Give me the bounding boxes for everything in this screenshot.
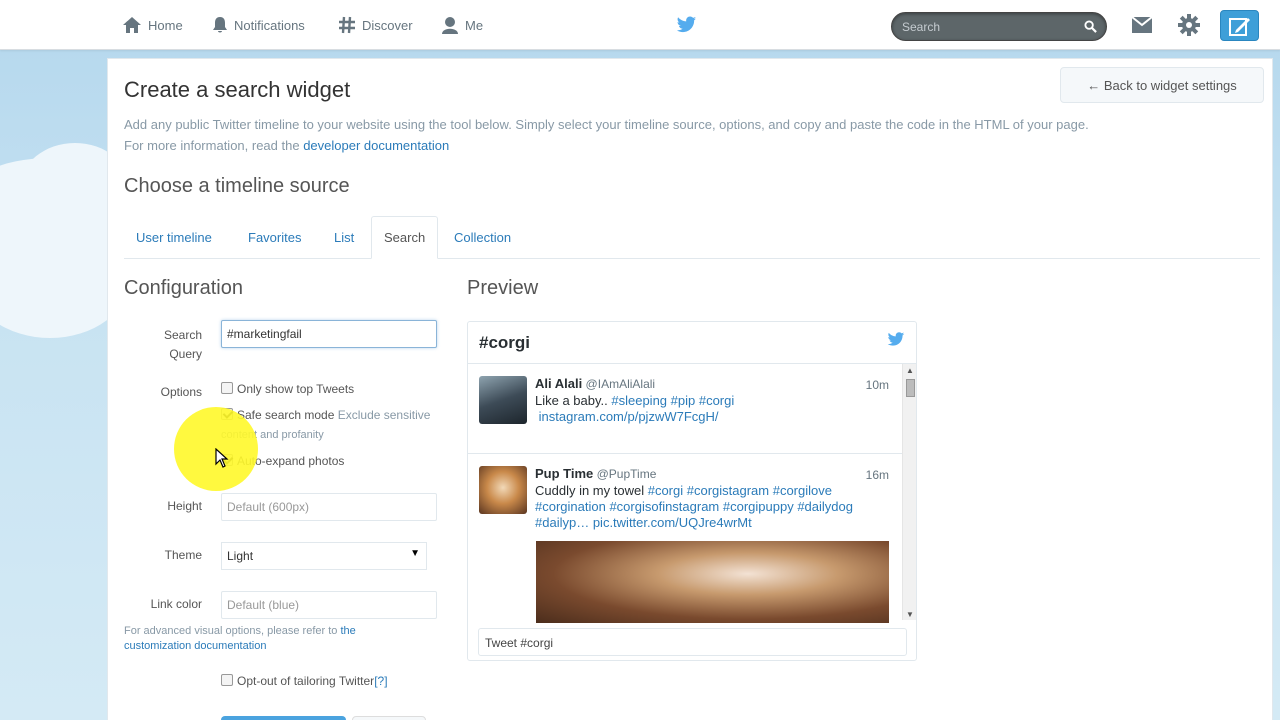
hashtag-icon — [339, 16, 355, 34]
nav-me[interactable]: Me — [441, 0, 483, 50]
timeline-source-tabs: User timeline Favorites List Search Coll… — [124, 216, 1260, 259]
tab-list[interactable]: List — [322, 216, 366, 259]
nav-home-label: Home — [148, 17, 183, 33]
configuration-heading: Configuration — [124, 277, 243, 299]
tweet-author[interactable]: Pup Time @PupTime — [535, 466, 656, 481]
preview-widget: #corgi Ali Alali @IAmAliAlali 10m Like a… — [467, 321, 917, 661]
opt-out-label: Opt-out of tailoring Twitter — [237, 674, 375, 688]
widget-header-divider — [468, 363, 916, 364]
tab-search[interactable]: Search — [371, 216, 439, 259]
twitter-bird-icon[interactable] — [887, 332, 905, 347]
compose-icon — [1228, 17, 1250, 36]
nav-discover-label: Discover — [362, 17, 413, 33]
person-icon — [442, 17, 458, 34]
bell-icon — [213, 17, 227, 33]
nav-me-label: Me — [465, 17, 484, 33]
option-safe-search[interactable]: Safe search mode Exclude sensitive — [221, 405, 451, 425]
safe-search-desc-1: Exclude sensitive — [337, 408, 431, 422]
top-tweets-checkbox[interactable] — [221, 382, 233, 394]
search-query-label: Search Query — [163, 328, 202, 361]
twitter-bird-logo-icon[interactable] — [676, 16, 697, 34]
intro-line-2: For more information, read the developer… — [124, 138, 450, 153]
timeline-source-title: Choose a timeline source — [124, 175, 350, 197]
tweet-item[interactable]: Ali Alali @IAmAliAlali 10m Like a baby..… — [468, 376, 902, 456]
tweet-text: Cuddly in my towel #corgi #corgistagram … — [535, 483, 853, 530]
option-top-tweets[interactable]: Only show top Tweets — [221, 379, 354, 399]
nav-notifications[interactable]: Notifications — [212, 0, 305, 50]
widget-title: #corgi — [479, 333, 531, 352]
mouse-cursor-icon — [215, 448, 229, 468]
avatar[interactable] — [479, 466, 527, 514]
top-tweets-label: Only show top Tweets — [237, 382, 355, 396]
scroll-up-arrow-icon[interactable]: ▲ — [906, 366, 914, 375]
avatar[interactable] — [479, 376, 527, 424]
advanced-options-note: For advanced visual options, please refe… — [124, 625, 356, 652]
home-icon — [123, 17, 141, 33]
tweet-link[interactable]: instagram.com/p/pjzwW7FcgH/ — [539, 409, 719, 424]
widget-scrollbar[interactable]: ▲ ▼ — [902, 364, 916, 620]
create-widget-button[interactable] — [221, 716, 346, 720]
tweet-compose-box[interactable]: Tweet #corgi — [478, 628, 907, 656]
dropdown-arrow-icon: ▼ — [410, 548, 420, 559]
compose-tweet-button[interactable] — [1220, 10, 1259, 41]
theme-select-value: Light — [227, 549, 254, 563]
theme-select[interactable]: Light ▼ — [221, 542, 427, 570]
tweet-divider — [468, 453, 902, 454]
height-label: Height — [167, 499, 202, 513]
tab-user-timeline[interactable]: User timeline — [124, 216, 224, 259]
developer-documentation-link[interactable]: developer documentation — [303, 138, 449, 153]
option-opt-out[interactable]: Opt-out of tailoring Twitter [?] — [221, 671, 388, 691]
gear-icon[interactable] — [1178, 14, 1200, 36]
scrollbar-thumb[interactable] — [906, 379, 915, 397]
theme-label: Theme — [164, 548, 202, 562]
safe-search-label: Safe search mode — [237, 408, 335, 422]
safe-search-label-wrap: Safe search mode Exclude sensitive — [237, 405, 430, 425]
back-to-widget-settings-button[interactable]: ← Back to widget settings — [1060, 67, 1264, 103]
tweet-link[interactable]: pic.twitter.com/UQJre4wrMt — [593, 515, 752, 530]
options-label: Options — [160, 385, 202, 399]
main-panel: Create a search widget ← Back to widget … — [107, 58, 1273, 720]
scroll-down-arrow-icon[interactable]: ▼ — [906, 610, 914, 619]
envelope-icon[interactable] — [1131, 16, 1153, 34]
top-search-input[interactable] — [902, 19, 1072, 35]
nav-notifications-label: Notifications — [234, 17, 305, 33]
tweet-time[interactable]: 16m — [866, 468, 889, 482]
search-query-input[interactable]: #marketingfail — [221, 320, 437, 348]
tab-collection[interactable]: Collection — [442, 216, 523, 259]
tab-favorites[interactable]: Favorites — [236, 216, 313, 259]
tweet-author[interactable]: Ali Alali @IAmAliAlali — [535, 376, 655, 391]
link-color-label: Link color — [150, 597, 202, 611]
opt-out-help-link[interactable]: [?] — [374, 671, 387, 691]
cancel-button[interactable] — [352, 716, 426, 720]
page-title: Create a search widget — [124, 77, 351, 102]
tweet-hashtags[interactable]: #sleeping #pip #corgi — [611, 393, 734, 408]
preview-heading: Preview — [467, 277, 539, 299]
nav-home[interactable]: Home — [122, 0, 183, 50]
tweet-time[interactable]: 10m — [866, 378, 889, 392]
search-icon[interactable] — [1084, 20, 1097, 33]
top-search-box[interactable] — [891, 12, 1107, 41]
intro-text: Add any public Twitter timeline to your … — [124, 114, 1089, 156]
link-color-input[interactable]: Default (blue) — [221, 591, 437, 619]
tweet-photo[interactable] — [536, 541, 889, 623]
height-input[interactable]: Default (600px) — [221, 493, 437, 521]
opt-out-checkbox[interactable] — [221, 674, 233, 686]
tweet-text: Like a baby.. #sleeping #pip #corgi inst… — [535, 393, 735, 424]
nav-discover[interactable]: Discover — [338, 0, 413, 50]
top-navigation-bar: Home Notifications Discover Me — [0, 0, 1280, 50]
intro-line-1: Add any public Twitter timeline to your … — [124, 117, 1089, 132]
